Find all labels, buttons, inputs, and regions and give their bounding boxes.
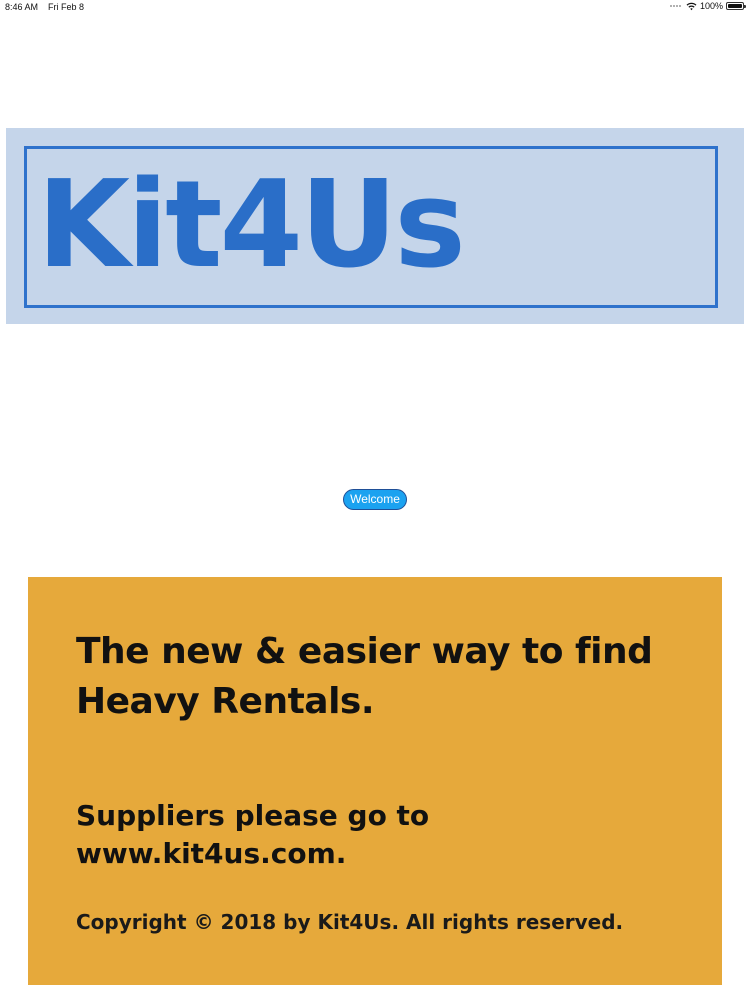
suppliers-notice: Suppliers please go to www.kit4us.com. bbox=[76, 797, 696, 873]
logo-frame: Kit4Us bbox=[24, 146, 718, 308]
status-bar: 8:46 AM Fri Feb 8 100% bbox=[0, 0, 750, 14]
logo-text: Kit4Us bbox=[37, 156, 466, 295]
battery-icon bbox=[726, 2, 746, 10]
battery-fill bbox=[728, 4, 742, 8]
cellular-signal-icon bbox=[669, 5, 681, 7]
tagline: The new & easier way to find Heavy Renta… bbox=[76, 627, 716, 727]
status-date: Fri Feb 8 bbox=[48, 2, 85, 12]
welcome-button[interactable]: Welcome bbox=[343, 489, 407, 510]
logo-banner: Kit4Us bbox=[6, 128, 744, 324]
tagline-line-2: Heavy Rentals. bbox=[76, 681, 375, 722]
wifi-icon bbox=[686, 2, 697, 10]
suppliers-line-1: Suppliers please go to bbox=[76, 799, 430, 832]
battery-percent: 100% bbox=[699, 1, 723, 11]
suppliers-line-2: www.kit4us.com. bbox=[76, 837, 347, 870]
status-time: 8:46 AM bbox=[5, 2, 39, 12]
info-panel: The new & easier way to find Heavy Renta… bbox=[28, 577, 722, 985]
status-indicators: 100% bbox=[669, 1, 746, 11]
copyright-text: Copyright © 2018 by Kit4Us. All rights r… bbox=[76, 910, 624, 934]
tagline-line-1: The new & easier way to find bbox=[76, 631, 653, 672]
